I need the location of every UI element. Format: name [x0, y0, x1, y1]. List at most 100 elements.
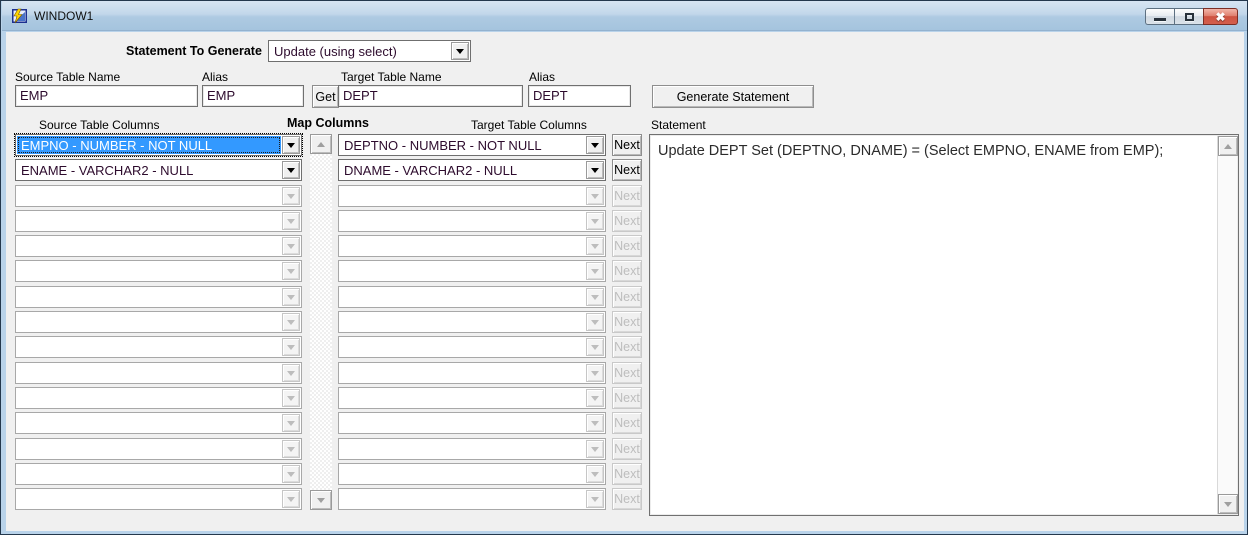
source-column-combo-12 — [15, 412, 302, 434]
close-button[interactable]: ✖ — [1203, 8, 1238, 25]
generate-statement-button[interactable]: Generate Statement — [652, 85, 814, 108]
chevron-down-icon — [282, 288, 300, 306]
chevron-down-icon — [282, 440, 300, 458]
source-column-combo-value — [17, 440, 281, 458]
chevron-down-icon — [586, 187, 604, 205]
target-column-combo-value — [340, 313, 585, 331]
source-alias-input[interactable]: EMP — [202, 85, 304, 107]
target-column-combo-value — [340, 364, 585, 382]
next-buttons-column: Next Next Next Next Next Next Next Next Next Next… — [612, 134, 642, 513]
source-column-combo-value — [17, 338, 281, 356]
statement-label: Statement — [651, 118, 706, 132]
arrow-down-icon — [1224, 502, 1232, 507]
next-button-2[interactable]: Next — [612, 159, 642, 181]
source-column-combo-1[interactable]: EMPNO - NUMBER - NOT NULL — [15, 134, 302, 156]
target-column-combo-8 — [338, 311, 606, 333]
chevron-down-icon — [586, 490, 604, 508]
statement-output[interactable]: Update DEPT Set (DEPTNO, DNAME) = (Selec… — [652, 137, 1216, 513]
next-button-1[interactable]: Next — [612, 134, 642, 156]
chevron-down-icon — [282, 338, 300, 356]
chevron-down-icon — [586, 212, 604, 230]
next-button-15: Next — [612, 488, 642, 510]
target-columns-list: DEPTNO - NUMBER - NOT NULL DNAME - VARCHA… — [338, 134, 606, 513]
next-button-3: Next — [612, 185, 642, 207]
scroll-up-button[interactable] — [1218, 136, 1238, 156]
target-column-combo-4 — [338, 210, 606, 232]
next-button-4: Next — [612, 210, 642, 232]
target-column-combo-7 — [338, 286, 606, 308]
chevron-down-icon — [282, 364, 300, 382]
arrow-up-icon — [1224, 144, 1232, 149]
target-column-combo-11 — [338, 387, 606, 409]
next-button-8: Next — [612, 311, 642, 333]
chevron-down-icon — [282, 490, 300, 508]
source-table-name-label: Source Table Name — [15, 70, 120, 84]
target-columns-label: Target Table Columns — [471, 118, 587, 132]
target-column-combo-13 — [338, 438, 606, 460]
source-column-combo-11 — [15, 387, 302, 409]
next-button-5: Next — [612, 235, 642, 257]
target-column-combo-value — [340, 389, 585, 407]
source-column-combo-value — [17, 262, 281, 280]
source-table-name-input[interactable]: EMP — [15, 85, 198, 107]
source-column-combo-value: EMPNO - NUMBER - NOT NULL — [17, 136, 281, 154]
source-column-combo-13 — [15, 438, 302, 460]
map-columns-scrollbar[interactable] — [310, 134, 332, 510]
source-column-combo-value — [17, 237, 281, 255]
target-column-combo-5 — [338, 235, 606, 257]
restore-button[interactable] — [1174, 8, 1203, 25]
minimize-button[interactable] — [1145, 8, 1174, 25]
chevron-down-icon — [282, 262, 300, 280]
source-column-combo-value — [17, 414, 281, 432]
chevron-down-icon — [586, 288, 604, 306]
source-column-combo-9 — [15, 336, 302, 358]
app-icon — [11, 8, 28, 24]
target-column-combo-value — [340, 414, 585, 432]
source-column-combo-value — [17, 187, 281, 205]
scroll-down-button[interactable] — [310, 490, 332, 510]
source-column-combo-6 — [15, 260, 302, 282]
target-column-combo-value — [340, 237, 585, 255]
arrow-down-icon — [317, 498, 325, 503]
source-column-combo-2[interactable]: ENAME - VARCHAR2 - NULL — [15, 159, 302, 181]
target-column-combo-1[interactable]: DEPTNO - NUMBER - NOT NULL — [338, 134, 606, 156]
arrow-up-icon — [317, 142, 325, 147]
next-button-10: Next — [612, 362, 642, 384]
target-alias-input[interactable]: DEPT — [528, 85, 631, 107]
target-column-combo-value — [340, 262, 585, 280]
source-column-combo-10 — [15, 362, 302, 384]
target-column-combo-2[interactable]: DNAME - VARCHAR2 - NULL — [338, 159, 606, 181]
target-table-name-input[interactable]: DEPT — [338, 85, 523, 107]
chevron-down-icon — [282, 187, 300, 205]
statement-to-generate-label: Statement To Generate — [126, 44, 262, 58]
chevron-down-icon[interactable] — [586, 136, 604, 154]
chevron-down-icon[interactable] — [282, 136, 300, 154]
target-column-combo-value — [340, 440, 585, 458]
target-column-combo-9 — [338, 336, 606, 358]
chevron-down-icon — [282, 414, 300, 432]
scroll-down-button[interactable] — [1218, 494, 1238, 514]
chevron-down-icon[interactable] — [282, 161, 300, 179]
next-button-14: Next — [612, 463, 642, 485]
chevron-down-icon[interactable] — [586, 161, 604, 179]
chevron-down-icon — [586, 364, 604, 382]
source-column-combo-value: ENAME - VARCHAR2 - NULL — [17, 161, 281, 179]
source-columns-label: Source Table Columns — [39, 118, 160, 132]
statement-box: Update DEPT Set (DEPTNO, DNAME) = (Selec… — [649, 134, 1239, 516]
source-column-combo-14 — [15, 463, 302, 485]
chevron-down-icon[interactable] — [451, 42, 469, 60]
chevron-down-icon — [282, 465, 300, 483]
get-button[interactable]: Get — [312, 85, 339, 108]
next-button-9: Next — [612, 336, 642, 358]
titlebar: WINDOW1 ✖ — [2, 1, 1248, 31]
statement-type-select[interactable]: Update (using select) — [268, 40, 471, 62]
target-column-combo-15 — [338, 488, 606, 510]
statement-scrollbar[interactable] — [1217, 136, 1237, 514]
target-column-combo-value — [340, 212, 585, 230]
next-button-6: Next — [612, 260, 642, 282]
source-column-combo-value — [17, 389, 281, 407]
target-column-combo-value — [340, 288, 585, 306]
next-button-7: Next — [612, 286, 642, 308]
scroll-up-button[interactable] — [310, 134, 332, 154]
source-column-combo-value — [17, 288, 281, 306]
